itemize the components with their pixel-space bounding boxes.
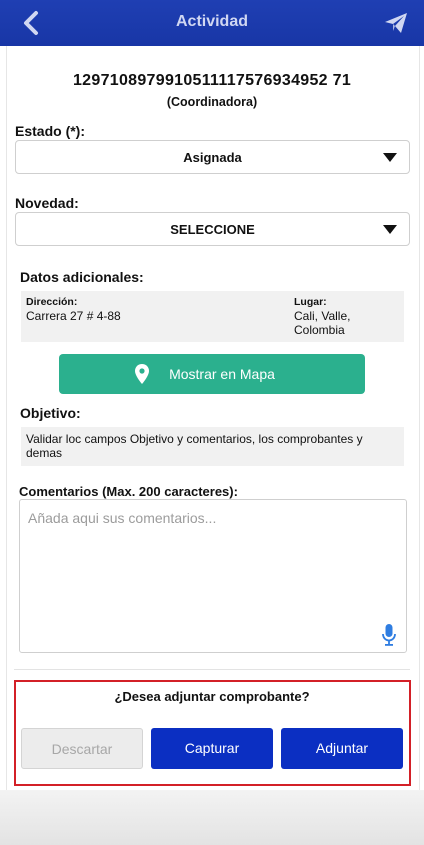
show-map-button[interactable]: Mostrar en Mapa xyxy=(59,354,365,394)
datos-adicionales-box: Dirección: Carrera 27 # 4-88 Lugar: Cali… xyxy=(21,291,404,342)
microphone-icon[interactable] xyxy=(382,624,396,646)
comentarios-placeholder: Añada aqui sus comentarios... xyxy=(28,510,217,526)
novedad-label: Novedad: xyxy=(15,195,79,211)
show-map-label: Mostrar en Mapa xyxy=(169,366,275,382)
paper-plane-icon[interactable] xyxy=(384,12,408,34)
datos-adicionales-title: Datos adicionales: xyxy=(20,269,144,285)
comentarios-textarea[interactable]: Añada aqui sus comentarios... xyxy=(19,499,407,653)
lugar-line-1: Cali, Valle, xyxy=(294,309,351,323)
direccion-label: Dirección: xyxy=(26,296,78,308)
direccion-value: Carrera 27 # 4-88 xyxy=(26,309,121,323)
lugar-line-2: Colombia xyxy=(294,323,345,337)
discard-button[interactable]: Descartar xyxy=(21,728,143,769)
objetivo-text: Validar loc campos Objetivo y comentario… xyxy=(26,432,363,460)
objetivo-box: Validar loc campos Objetivo y comentario… xyxy=(21,427,404,466)
estado-value: Asignada xyxy=(183,150,242,165)
divider xyxy=(14,669,410,670)
novedad-value: SELECCIONE xyxy=(170,222,255,237)
header-bar: Actividad xyxy=(0,0,424,46)
attachment-question: ¿Desea adjuntar comprobante? xyxy=(114,689,310,704)
activity-id: 1297108979910511117576934952 71 xyxy=(72,72,352,89)
bottom-area xyxy=(0,790,424,845)
novedad-select[interactable]: SELECCIONE xyxy=(15,212,410,246)
lugar-label: Lugar: xyxy=(294,296,327,308)
caret-down-icon xyxy=(383,225,397,234)
attach-button[interactable]: Adjuntar xyxy=(281,728,403,769)
estado-select[interactable]: Asignada xyxy=(15,140,410,174)
activity-role: (Coordinadora) xyxy=(166,95,258,109)
comentarios-label: Comentarios (Max. 200 caracteres): xyxy=(19,484,238,499)
objetivo-title: Objetivo: xyxy=(20,405,81,421)
caret-down-icon xyxy=(383,153,397,162)
estado-label: Estado (*): xyxy=(15,123,85,139)
capture-button[interactable]: Capturar xyxy=(151,728,273,769)
page-title: Actividad xyxy=(175,13,248,30)
